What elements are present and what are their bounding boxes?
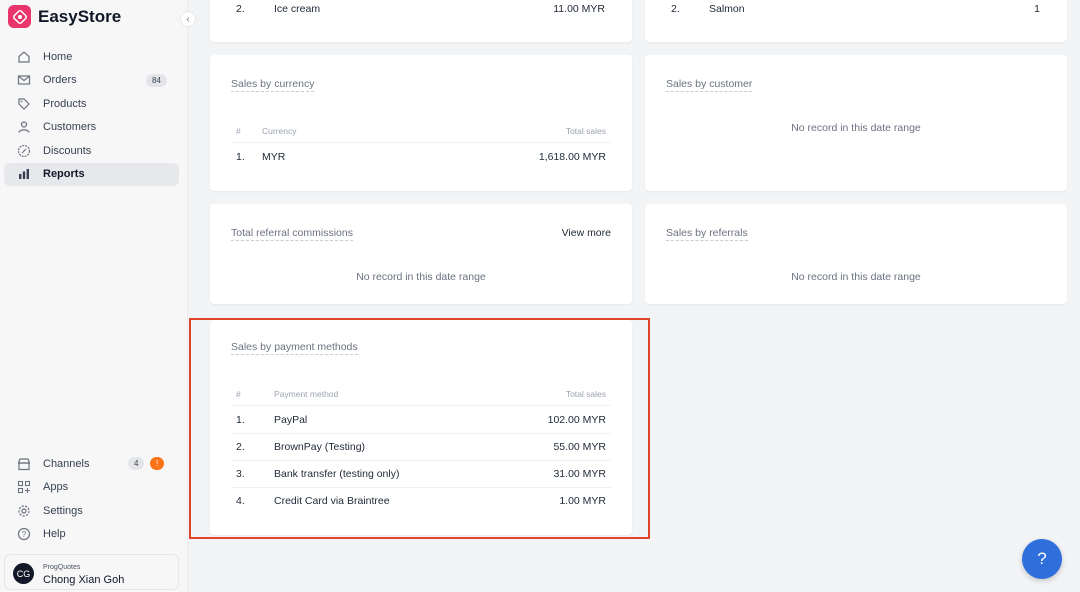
sidebar-item-products[interactable]: Products [4, 92, 179, 116]
column-header-index: # [236, 126, 241, 136]
sidebar-item-label: Discounts [43, 144, 92, 157]
row-index: 1. [236, 151, 245, 163]
empty-state: No record in this date range [356, 271, 486, 283]
divider [231, 142, 611, 143]
column-header-currency: Currency [262, 126, 297, 136]
store-icon [16, 456, 32, 472]
card-title[interactable]: Total referral commissions [231, 227, 353, 241]
card-title[interactable]: Sales by referrals [666, 227, 748, 241]
row-index: 2. [236, 3, 245, 15]
sidebar-item-customers[interactable]: Customers [4, 116, 179, 140]
view-more-link[interactable]: View more [562, 227, 611, 239]
help-chat-button[interactable]: ? [1022, 539, 1062, 579]
discount-icon [16, 143, 32, 159]
brand[interactable]: EasyStore [8, 5, 121, 28]
currency-cell: MYR [262, 151, 286, 163]
avatar: CG [13, 563, 34, 584]
user-account[interactable]: CG ProgQuotes Chong Xian Goh [4, 554, 179, 590]
orders-count-badge: 84 [146, 73, 167, 87]
referral-commissions-card: Total referral commissions View more No … [210, 204, 632, 304]
row-value: 1 [1034, 3, 1040, 15]
sidebar-item-label: Apps [43, 481, 69, 494]
sidebar-item-label: Customers [43, 121, 97, 134]
bar-chart-icon [16, 166, 32, 182]
sidebar-item-orders[interactable]: Orders 84 [4, 69, 179, 93]
empty-state: No record in this date range [791, 122, 921, 134]
easystore-logo-icon [8, 5, 31, 28]
top-items-card: 2. Salmon 1 [645, 0, 1067, 42]
person-icon [16, 119, 32, 135]
total-cell: 1,618.00 MYR [538, 151, 606, 163]
sidebar-item-help[interactable]: ? Help [4, 523, 179, 547]
main-nav: Home Orders 84 Products Customers Discou… [4, 45, 179, 186]
sidebar-item-label: Settings [43, 504, 83, 517]
sidebar-item-settings[interactable]: Settings [4, 499, 179, 523]
sidebar-item-discounts[interactable]: Discounts [4, 139, 179, 163]
top-products-card: 2. Ice cream 11.00 MYR [210, 0, 632, 42]
collapse-sidebar-button[interactable]: ‹ [180, 11, 196, 27]
chevron-left-icon: ‹ [186, 13, 190, 25]
product-link[interactable]: Ice cream [274, 3, 320, 15]
row-value: 11.00 MYR [553, 3, 605, 15]
question-icon: ? [16, 526, 32, 542]
brand-name: EasyStore [38, 6, 122, 26]
sidebar-item-label: Orders [43, 74, 77, 87]
home-icon [16, 49, 32, 65]
sidebar-item-label: Help [43, 528, 66, 541]
mail-icon [16, 72, 32, 88]
column-header-total: Total sales [565, 126, 606, 136]
sidebar-item-label: Reports [43, 168, 85, 181]
empty-state: No record in this date range [791, 271, 921, 283]
product-link[interactable]: Salmon [709, 3, 745, 15]
sidebar-item-apps[interactable]: Apps [4, 476, 179, 500]
sidebar-item-channels[interactable]: Channels 4 ! [4, 452, 179, 476]
card-title[interactable]: Sales by currency [231, 78, 315, 92]
sales-by-currency-card: Sales by currency # Currency Total sales… [210, 55, 632, 191]
highlight-box [189, 318, 650, 539]
row-index: 2. [671, 3, 680, 15]
gear-icon [16, 503, 32, 519]
secondary-nav: Channels 4 ! Apps Settings ? Help [4, 452, 179, 546]
sidebar-item-label: Products [43, 97, 87, 110]
apps-icon [16, 479, 32, 495]
sidebar-item-home[interactable]: Home [4, 45, 179, 69]
sidebar-item-label: Channels [43, 457, 90, 470]
sales-by-referrals-card: Sales by referrals No record in this dat… [645, 204, 1067, 304]
sales-by-customer-card: Sales by customer No record in this date… [645, 55, 1067, 191]
channels-alert-badge: ! [150, 457, 165, 470]
sidebar: EasyStore ‹ Home Orders 84 Products Cust… [0, 0, 196, 592]
sidebar-item-label: Home [43, 50, 73, 63]
user-name: Chong Xian Goh [43, 574, 125, 586]
svg-text:?: ? [22, 530, 27, 539]
channels-count-badge: 4 [128, 457, 145, 470]
sidebar-item-reports[interactable]: Reports [4, 162, 179, 186]
tag-icon [16, 96, 32, 112]
card-title[interactable]: Sales by customer [666, 78, 753, 92]
store-name: ProgQuotes [43, 564, 81, 571]
